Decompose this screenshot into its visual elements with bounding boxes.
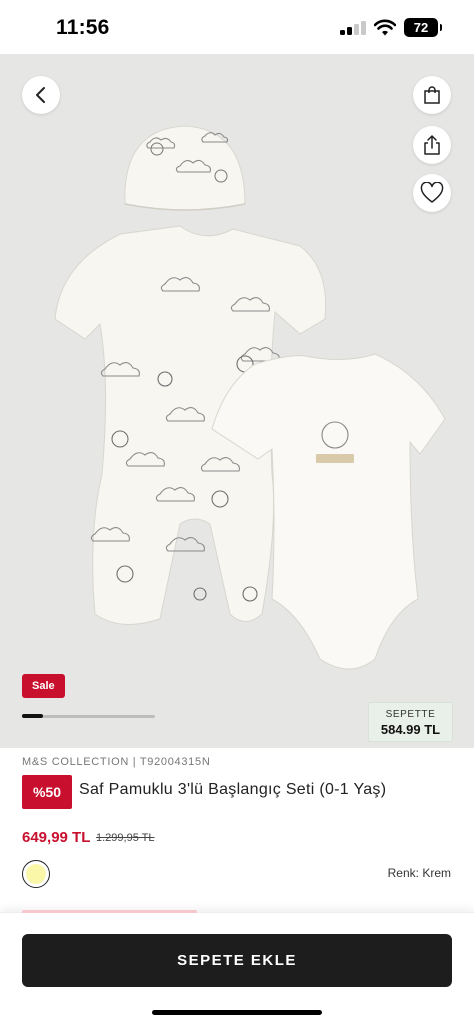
add-to-cart-button[interactable]: SEPETE EKLE (22, 934, 452, 987)
chevron-left-icon (36, 87, 45, 103)
basket-price-value: 584.99 TL (380, 722, 441, 737)
share-button[interactable] (413, 126, 451, 164)
current-price: 649,99 TL (22, 829, 91, 846)
heart-icon (420, 182, 444, 203)
back-button[interactable] (22, 76, 60, 114)
home-indicator (152, 1010, 322, 1015)
swatch-fill (26, 864, 46, 884)
color-swatch-krem[interactable] (22, 860, 50, 888)
discount-badge: %50 (22, 775, 72, 809)
favorite-button[interactable] (413, 174, 451, 212)
status-bar: 11:56 72 (0, 0, 474, 54)
slide-progress-fill (22, 714, 44, 718)
basket-price-label: SEPETTE (385, 709, 436, 720)
baby-hat (124, 125, 246, 211)
slide-progress (22, 714, 155, 718)
product-image[interactable] (0, 54, 474, 748)
color-label: Renk: Krem (387, 866, 451, 880)
basket-price-box: SEPETTE 584.99 TL (368, 702, 453, 742)
status-time: 11:56 (56, 16, 110, 39)
old-price: 1.299,95 TL (96, 832, 155, 844)
bottom-bar: SEPETE EKLE (0, 910, 474, 1024)
share-icon (424, 135, 440, 155)
wifi-icon (374, 19, 396, 36)
brand-sku: M&S COLLECTION | T92004315N (22, 756, 211, 768)
cart-button[interactable] (413, 76, 451, 114)
product-title: Saf Pamuklu 3'lü Başlangıç Seti (0-1 Yaş… (79, 781, 387, 798)
shopping-bag-icon (424, 86, 440, 104)
peek-strip (22, 910, 197, 913)
signal-icon (340, 21, 366, 35)
sale-tag: Sale (22, 674, 65, 698)
battery-icon: 72 (404, 18, 442, 37)
product-gallery[interactable]: Sale SEPETTE 584.99 TL (0, 54, 474, 748)
